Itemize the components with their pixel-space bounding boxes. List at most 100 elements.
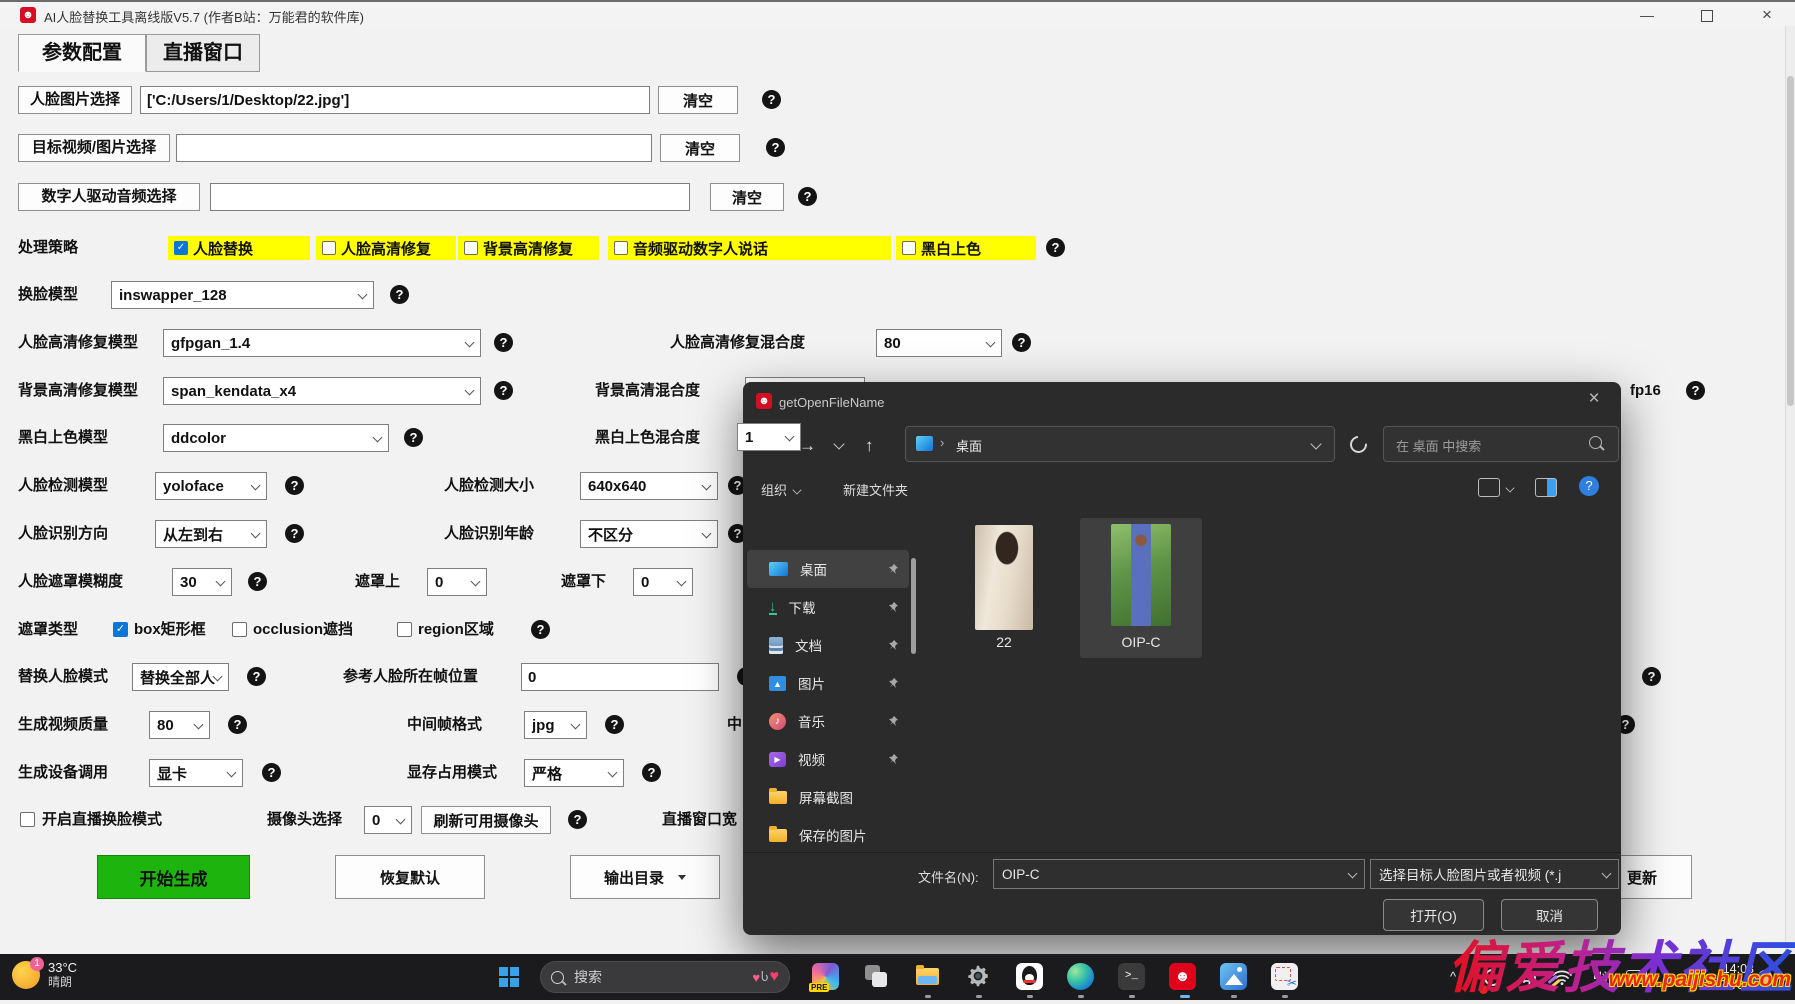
sidebar-item-music[interactable]: ♪ 音乐 [747,702,909,740]
help-icon[interactable]: ? [248,572,267,591]
help-icon[interactable]: ? [642,763,661,782]
tab-parameter-config[interactable]: 参数配置 [18,34,146,72]
video-quality-select[interactable]: 80 [149,711,210,739]
device-select[interactable]: 显卡 [149,759,243,787]
help-icon[interactable]: ? [1046,238,1065,257]
search-box[interactable]: 在 桌面 中搜索 [1383,426,1619,462]
maximize-button[interactable] [1701,10,1713,22]
swap-mode-select[interactable]: 替换全部人 [132,663,229,691]
mask-top-select[interactable]: 0 [427,568,487,596]
sidebar-item-pictures[interactable]: ▲ 图片 [747,664,909,702]
start-generate-button[interactable]: 开始生成 [97,855,250,899]
ref-frame-input[interactable] [521,663,719,691]
detect-model-select[interactable]: yoloface [155,472,267,500]
checkbox-icon[interactable] [322,241,336,255]
scrollbar-thumb[interactable] [1787,76,1794,406]
detect-size-select[interactable]: 640x640 [580,472,718,500]
clear-face-image-button[interactable]: 清空 [658,86,738,114]
forward-icon[interactable]: → [799,436,816,456]
colorize-select[interactable]: ddcolor [163,424,389,452]
help-icon[interactable]: ? [531,620,550,639]
view-mode-icon[interactable] [1478,478,1500,497]
strategy-option-bg-hd[interactable]: 背景高清修复 [458,236,599,260]
checkbox-icon[interactable] [464,241,478,255]
breadcrumb[interactable]: › 桌面 [905,426,1335,462]
reset-defaults-button[interactable]: 恢复默认 [335,855,485,899]
taskbar-weather-widget[interactable]: 1 33°C 晴朗 [12,957,77,990]
breadcrumb-chevron-icon[interactable] [1310,438,1322,450]
help-icon[interactable]: ? [762,90,781,109]
mask-type-region-checkbox[interactable] [397,622,412,637]
mask-type-occlusion-checkbox[interactable] [232,622,247,637]
colorize-blend-select[interactable]: 1 [737,423,801,451]
refresh-camera-button[interactable]: 刷新可用摄像头 [421,806,551,834]
face-image-path-input[interactable] [140,86,650,114]
taskbar-icon-settings[interactable] [965,963,992,990]
checkbox-checked-icon[interactable]: ✓ [174,241,188,255]
taskbar-icon-ai-face-app[interactable]: ☻ [1169,963,1196,990]
help-icon[interactable]: ? [1012,333,1031,352]
strategy-option-colorize[interactable]: 黑白上色 [896,236,1036,260]
sidebar-item-saved-pictures[interactable]: 保存的图片 [747,816,909,854]
help-icon[interactable]: ? [494,381,513,400]
taskbar-search[interactable]: 搜索 ♥ Ⴑ ♥ [540,961,790,993]
bg-restore-select[interactable]: span_kendata_x4 [163,377,481,405]
target-media-path-input[interactable] [176,134,652,162]
help-icon[interactable]: ? [390,285,409,304]
help-icon[interactable]: ? [228,715,247,734]
help-icon[interactable]: ? [285,524,304,543]
taskbar-icon-qq[interactable] [1016,963,1043,990]
mask-blur-select[interactable]: 30 [172,568,232,596]
mask-type-box-checkbox[interactable] [113,622,128,637]
taskbar-icon-edge[interactable] [1067,963,1094,990]
tab-live-window[interactable]: 直播窗口 [146,34,260,72]
target-media-select-button[interactable]: 目标视频/图片选择 [18,134,170,162]
close-button[interactable]: × [1758,6,1776,24]
help-icon[interactable]: ? [766,138,785,157]
organize-button[interactable]: 组织 [761,480,802,499]
face-restore-select[interactable]: gfpgan_1.4 [163,329,481,357]
file-thumbnail[interactable] [975,525,1033,630]
preview-pane-icon[interactable] [1535,478,1557,497]
recog-age-select[interactable]: 不区分 [580,520,718,548]
help-icon[interactable]: ? [568,810,587,829]
live-mode-checkbox[interactable] [20,812,35,827]
history-chevron-icon[interactable] [833,438,845,450]
help-icon[interactable]: ? [1686,381,1705,400]
drive-audio-select-button[interactable]: 数字人驱动音频选择 [18,183,200,211]
face-image-select-button[interactable]: 人脸图片选择 [18,86,132,114]
help-icon[interactable]: ? [285,476,304,495]
vram-mode-select[interactable]: 严格 [524,759,624,787]
sidebar-item-desktop[interactable]: 桌面 [747,550,909,588]
help-icon[interactable]: ? [247,667,266,686]
strategy-option-face-hd[interactable]: 人脸高清修复 [316,236,456,260]
camera-select[interactable]: 0 [364,806,412,834]
swap-model-select[interactable]: inswapper_128 [111,281,374,309]
taskbar-icon-terminal[interactable]: >_ [1118,963,1145,990]
start-button[interactable] [499,967,519,987]
taskbar-icon-snipping-tool[interactable]: ✂ [1271,963,1298,990]
dialog-help-icon[interactable]: ? [1579,476,1599,496]
dialog-close-icon[interactable]: × [1581,388,1607,410]
sidebar-item-downloads[interactable]: ↓ 下载 [747,588,909,626]
view-mode-chevron-icon[interactable] [1505,483,1515,493]
sidebar-item-videos[interactable]: ▶ 视频 [747,740,909,778]
drive-audio-path-input[interactable] [210,183,690,211]
breadcrumb-location[interactable]: 桌面 [956,436,982,455]
search-icon[interactable] [1589,436,1602,449]
clear-drive-audio-button[interactable]: 清空 [710,183,784,211]
strategy-option-audio-driven[interactable]: 音频驱动数字人说话 [608,236,891,260]
checkbox-icon[interactable] [902,241,916,255]
mask-bottom-select[interactable]: 0 [633,568,693,596]
output-dir-button[interactable]: 输出目录 [570,855,720,899]
minimize-button[interactable]: — [1638,6,1656,24]
face-restore-blend-select[interactable]: 80 [876,329,1002,357]
new-folder-button[interactable]: 新建文件夹 [843,480,908,499]
sidebar-scrollbar[interactable] [911,558,916,654]
help-icon[interactable]: ? [1642,667,1661,686]
taskbar-icon-file-explorer[interactable] [914,963,941,990]
help-icon[interactable]: ? [404,428,423,447]
taskbar-icon-copilot[interactable]: PRE [809,963,839,992]
up-icon[interactable]: ↑ [865,436,874,456]
strategy-option-face-swap[interactable]: ✓ 人脸替换 [168,236,310,260]
